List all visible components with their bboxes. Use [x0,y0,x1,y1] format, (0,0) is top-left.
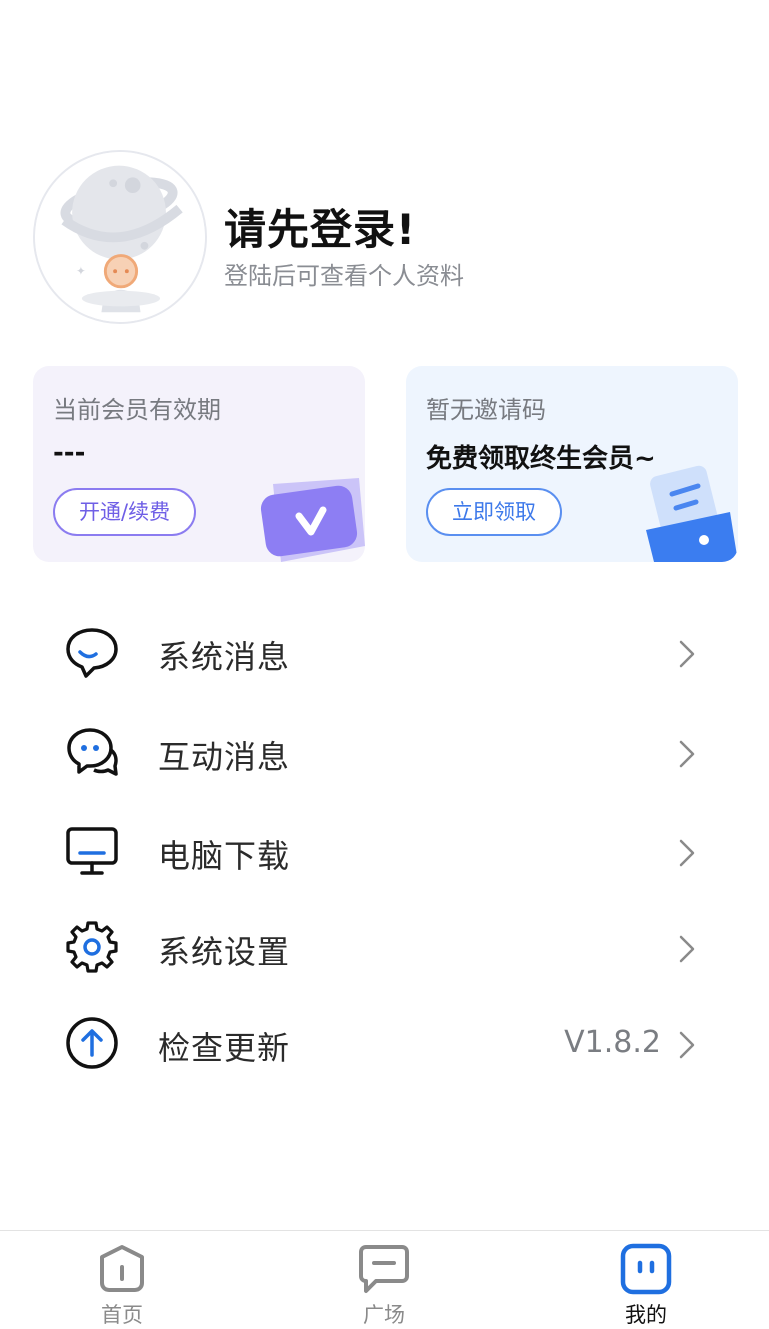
square-message-icon [358,1243,410,1295]
bottom-tab-bar: 首页 广场 我的 [0,1230,769,1329]
menu-item-system-settings[interactable]: 系统设置 [0,899,769,995]
face-icon [620,1243,672,1295]
membership-card: 当前会员有效期 --- 开通/续费 [33,366,365,562]
menu-label: 电脑下载 [158,837,291,875]
open-renew-button[interactable]: 开通/续费 [53,488,197,536]
arrow-up-circle-icon [64,1015,120,1071]
invite-promo-text: 免费领取终生会员~ [426,444,656,474]
svg-text:✦: ✦ [76,264,86,278]
chevron-right-icon [676,1029,698,1061]
astronaut-planet-illustration: ✦ [35,152,205,322]
menu-item-check-update[interactable]: 检查更新 V1.8.2 [0,995,769,1091]
tab-label: 广场 [363,1303,405,1327]
invite-card: 暂无邀请码 免费领取终生会员~ 立即领取 [406,366,738,562]
envelope-letter-icon [646,465,738,562]
chevron-right-icon [676,933,698,965]
tab-mine[interactable]: 我的 [586,1231,706,1329]
gear-icon [64,919,120,975]
app-version-value: V1.8.2 [564,1025,661,1060]
tab-square[interactable]: 广场 [324,1231,444,1329]
chat-bubble-icon [64,624,120,680]
menu-label: 检查更新 [158,1029,291,1067]
monitor-icon [64,823,120,879]
tab-label: 我的 [625,1303,667,1327]
menu-label: 系统消息 [158,638,291,676]
menu-item-system-messages[interactable]: 系统消息 [0,604,769,700]
invite-code-label: 暂无邀请码 [426,396,546,424]
menu-label: 互动消息 [158,738,291,776]
chevron-right-icon [676,837,698,869]
avatar[interactable]: ✦ [33,150,207,324]
tab-home[interactable]: 首页 [62,1231,182,1329]
menu-label: 系统设置 [158,933,291,971]
home-icon [96,1243,148,1295]
double-chat-icon [64,724,120,780]
login-prompt-subtitle: 登陆后可查看个人资料 [224,262,464,290]
membership-check-icon [260,478,365,562]
claim-now-button[interactable]: 立即领取 [426,488,562,536]
login-prompt-title[interactable]: 请先登录! [224,196,416,257]
chevron-right-icon [676,738,698,770]
menu-item-pc-download[interactable]: 电脑下载 [0,803,769,899]
tab-label: 首页 [101,1303,143,1327]
chevron-right-icon [676,638,698,670]
membership-expiry-value: --- [53,438,86,468]
membership-label: 当前会员有效期 [53,396,221,424]
menu-item-interaction-messages[interactable]: 互动消息 [0,704,769,800]
